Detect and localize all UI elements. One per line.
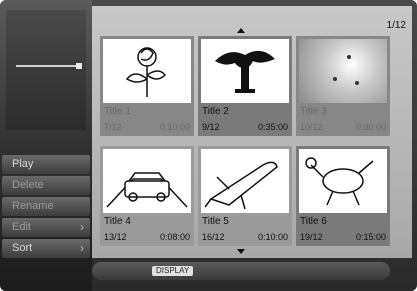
title-tile[interactable]: Title 3 10/12 0:30:00: [296, 36, 390, 136]
title-tile[interactable]: Title 1 7/12 0:10:00: [100, 36, 194, 136]
tree-icon: [201, 39, 289, 103]
tile-index: 13/12: [104, 232, 127, 242]
title-list-screen: Play Delete Rename Edit › Sort › 1/12 Ti…: [0, 0, 417, 291]
tile-index: 19/12: [300, 232, 323, 242]
tile-title: Title 1: [104, 106, 131, 117]
chevron-right-icon: ›: [80, 241, 84, 255]
title-tile[interactable]: Title 5 16/12 0:10:00: [198, 146, 292, 246]
rose-icon: [103, 39, 191, 103]
chevron-right-icon: ›: [80, 220, 84, 234]
scroll-down-arrow-icon[interactable]: [237, 249, 245, 254]
tile-title: Title 6: [300, 216, 327, 227]
tile-index: 10/12: [300, 122, 323, 132]
menu-item-play[interactable]: Play: [2, 155, 90, 174]
tile-index: 9/12: [202, 122, 220, 132]
title-tile[interactable]: Title 4 13/12 0:08:00: [100, 146, 194, 246]
dog-icon: [299, 149, 387, 213]
page-indicator: 1/12: [386, 20, 406, 31]
menu-item-label: Rename: [12, 200, 54, 212]
tile-duration: 0:10:00: [257, 232, 288, 242]
tile-duration: 0:30:00: [355, 122, 386, 132]
tile-duration: 0:35:00: [257, 122, 288, 132]
preview-progress-line: [16, 63, 82, 69]
title-tile[interactable]: Title 6 19/12 0:15:00: [296, 146, 390, 246]
tile-index: 16/12: [202, 232, 225, 242]
bottom-bar: DISPLAY: [92, 262, 390, 280]
menu-item-delete[interactable]: Delete: [2, 176, 90, 195]
car-icon: [103, 149, 191, 213]
scroll-up-arrow-icon[interactable]: [237, 28, 245, 33]
title-tile[interactable]: Title 2 9/12 0:35:00: [198, 36, 292, 136]
menu-item-label: Delete: [12, 179, 44, 191]
tile-duration: 0:10:00: [159, 122, 190, 132]
tile-index: 7/12: [104, 122, 122, 132]
foliage-icon: [299, 39, 387, 103]
tile-title: Title 2: [202, 106, 229, 117]
menu-item-label: Play: [12, 158, 34, 170]
left-panel: Play Delete Rename Edit › Sort ›: [0, 0, 92, 291]
shuttle-icon: [201, 149, 289, 213]
title-grid: 1/12 Title 1 7/12 0:10:00 Title 2 9/12 0…: [92, 6, 412, 258]
tile-duration: 0:15:00: [355, 232, 386, 242]
tile-title: Title 4: [104, 216, 131, 227]
preview-window: [6, 10, 86, 130]
tile-title: Title 5: [202, 216, 229, 227]
options-menu: Play Delete Rename Edit › Sort ›: [2, 155, 90, 260]
tile-title: Title 3: [300, 106, 327, 117]
menu-item-edit[interactable]: Edit ›: [2, 218, 90, 237]
menu-item-label: Sort: [12, 242, 33, 254]
tile-duration: 0:08:00: [159, 232, 190, 242]
menu-item-label: Edit: [12, 221, 31, 233]
menu-item-rename[interactable]: Rename: [2, 197, 90, 216]
menu-item-sort[interactable]: Sort ›: [2, 239, 90, 258]
display-button[interactable]: DISPLAY: [152, 266, 194, 276]
